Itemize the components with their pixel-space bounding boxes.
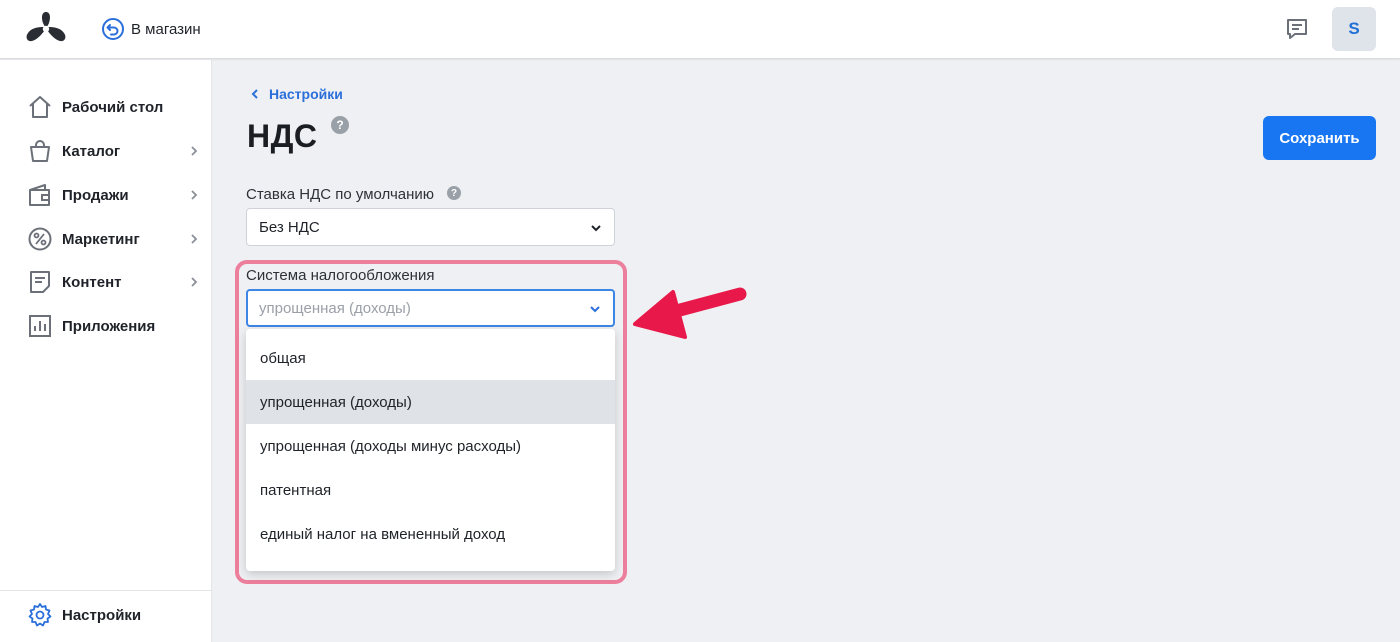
sidebar-item-apps[interactable]: Приложения bbox=[0, 306, 211, 346]
bar-chart-icon bbox=[29, 315, 51, 337]
vat-rate-select[interactable]: Без НДС bbox=[246, 208, 615, 246]
dropdown-option-selected[interactable]: упрощенная (доходы) bbox=[246, 380, 615, 424]
tax-system-dropdown: общая упрощенная (доходы) упрощенная (до… bbox=[246, 329, 615, 571]
chevron-right-icon bbox=[191, 277, 198, 287]
tax-system-label: Система налогообложения bbox=[246, 267, 435, 284]
chevron-down-icon bbox=[590, 306, 600, 313]
shopping-bag-icon bbox=[30, 140, 50, 162]
vat-rate-label: Ставка НДС по умолчанию bbox=[246, 186, 435, 203]
sidebar-item-label: Каталог bbox=[62, 142, 121, 160]
user-avatar[interactable]: S bbox=[1332, 7, 1376, 51]
breadcrumb[interactable]: Настройки bbox=[249, 84, 343, 104]
sidebar-item-label: Настройки bbox=[62, 606, 142, 624]
percent-icon bbox=[28, 227, 52, 251]
sidebar-item-label: Продажи bbox=[62, 186, 129, 204]
dropdown-option[interactable]: общая bbox=[246, 336, 615, 380]
chevron-right-icon bbox=[191, 146, 198, 156]
back-circle-icon bbox=[102, 18, 124, 40]
sidebar-item-label: Рабочий стол bbox=[62, 98, 164, 116]
chevron-down-icon bbox=[591, 225, 601, 232]
wallet-icon bbox=[29, 184, 50, 206]
sidebar-item-settings[interactable]: Настройки bbox=[0, 595, 211, 635]
dropdown-option[interactable]: упрощенная (доходы минус расходы) bbox=[246, 424, 615, 468]
home-icon bbox=[29, 96, 51, 118]
page-title: НДС bbox=[247, 118, 318, 154]
sidebar-item-dashboard[interactable]: Рабочий стол bbox=[0, 87, 211, 127]
breadcrumb-label: Настройки bbox=[269, 86, 343, 102]
logo-icon[interactable] bbox=[24, 9, 68, 47]
chevron-right-icon bbox=[191, 190, 198, 200]
help-icon[interactable]: ? bbox=[331, 116, 349, 134]
vat-rate-value: Без НДС bbox=[259, 218, 320, 236]
sidebar-divider bbox=[0, 590, 211, 591]
sidebar-item-sales[interactable]: Продажи bbox=[0, 175, 211, 215]
sidebar-item-label: Приложения bbox=[62, 317, 156, 335]
sidebar-item-content[interactable]: Контент bbox=[0, 262, 211, 302]
store-link-label: В магазин bbox=[131, 20, 201, 38]
top-bar: В магазин S bbox=[0, 0, 1400, 59]
pointer-arrow-icon bbox=[633, 287, 747, 339]
tax-system-value: упрощенная (доходы) bbox=[259, 299, 411, 317]
tax-system-select[interactable]: упрощенная (доходы) bbox=[246, 289, 615, 327]
chevron-left-icon bbox=[251, 89, 258, 99]
chevron-right-icon bbox=[191, 234, 198, 244]
save-button[interactable]: Сохранить bbox=[1263, 116, 1376, 160]
back-to-store-link[interactable]: В магазин bbox=[101, 16, 201, 42]
gear-icon bbox=[28, 603, 52, 627]
sidebar-item-marketing[interactable]: Маркетинг bbox=[0, 219, 211, 259]
sidebar-item-label: Контент bbox=[62, 273, 122, 291]
dropdown-option[interactable]: единый налог на вмененный доход bbox=[246, 512, 615, 556]
sidebar: Рабочий стол Каталог Продажи Маркетинг К… bbox=[0, 60, 212, 642]
sidebar-item-catalog[interactable]: Каталог bbox=[0, 131, 211, 171]
sidebar-item-label: Маркетинг bbox=[62, 230, 140, 248]
document-icon bbox=[30, 271, 50, 293]
help-icon[interactable]: ? bbox=[447, 186, 461, 200]
dropdown-option[interactable]: патентная bbox=[246, 468, 615, 512]
chat-icon[interactable] bbox=[1284, 16, 1310, 42]
